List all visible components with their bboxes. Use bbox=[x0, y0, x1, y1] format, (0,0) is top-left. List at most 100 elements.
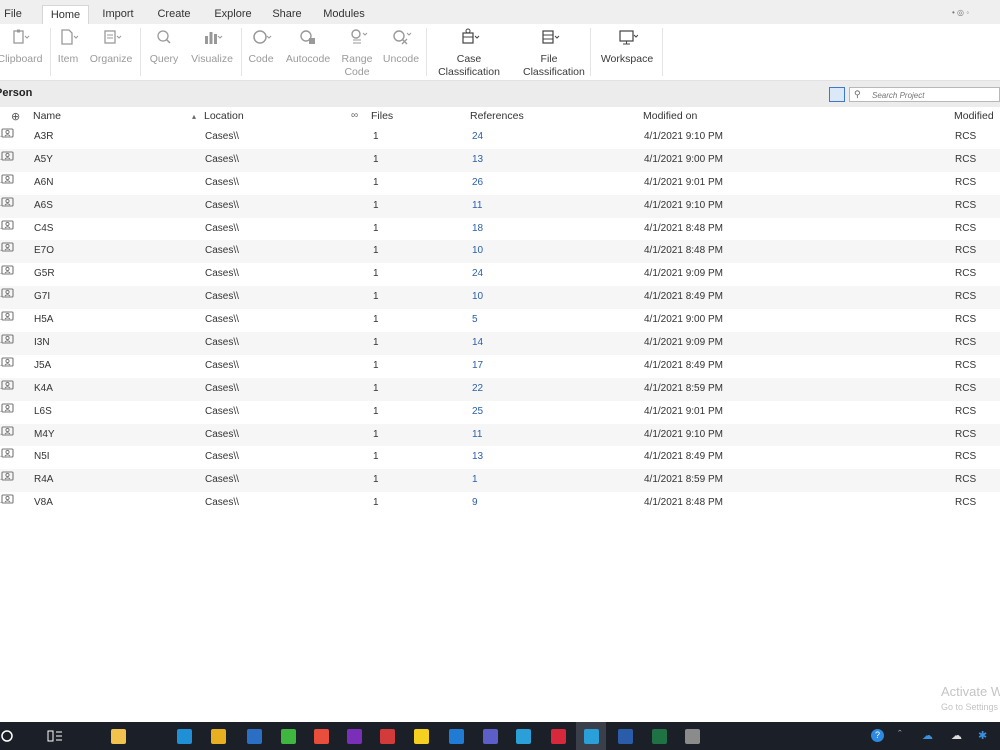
cell-name: I3N bbox=[34, 337, 50, 349]
column-header-files[interactable]: Files bbox=[371, 110, 393, 122]
filter-icon[interactable] bbox=[829, 87, 845, 102]
column-header-modified-on[interactable]: Modified on bbox=[643, 110, 697, 122]
cell-modified-on: 4/1/2021 9:09 PM bbox=[644, 268, 723, 280]
code-button[interactable]: Code bbox=[244, 28, 278, 66]
cell-files: 1 bbox=[373, 131, 379, 142]
cell-name: A3R bbox=[34, 131, 54, 142]
table-row[interactable]: - A6S Cases\\ 1 11 4/1/2021 9:10 PM RCS bbox=[0, 194, 1000, 218]
tab-share[interactable]: Share bbox=[266, 5, 308, 24]
table-row[interactable]: - E7O Cases\\ 1 10 4/1/2021 8:48 PM RCS bbox=[0, 240, 1000, 264]
help-icon[interactable]: ? bbox=[871, 729, 884, 742]
row-connector-icon: - bbox=[0, 131, 3, 141]
file-explorer-icon[interactable] bbox=[103, 722, 133, 750]
autocode-button[interactable]: Autocode bbox=[282, 28, 334, 66]
table-row[interactable]: - R4A Cases\\ 1 1 4/1/2021 8:59 PM RCS bbox=[0, 469, 1000, 493]
file-classification-button[interactable]: File Classification bbox=[514, 28, 585, 78]
search-box[interactable]: ⚲ bbox=[849, 87, 1000, 102]
search-icon: ⚲ bbox=[854, 89, 861, 99]
tab-import[interactable]: Import bbox=[95, 5, 141, 24]
cell-modified-on: 4/1/2021 9:10 PM bbox=[644, 131, 723, 142]
red-app-icon[interactable] bbox=[372, 722, 402, 750]
clipboard-button[interactable]: Clipboard bbox=[0, 28, 48, 66]
bluetooth-icon[interactable]: ✱ bbox=[978, 729, 987, 742]
onenote-icon[interactable] bbox=[339, 722, 369, 750]
cell-name: A6S bbox=[34, 199, 53, 211]
range-code-button[interactable]: Range Code bbox=[337, 28, 377, 78]
nvivo-icon[interactable] bbox=[508, 722, 538, 750]
red-network-icon[interactable] bbox=[543, 722, 573, 750]
row-connector-icon: - bbox=[0, 153, 3, 164]
workspace-button[interactable]: Workspace bbox=[596, 28, 658, 66]
miro-icon[interactable] bbox=[406, 722, 436, 750]
table-row[interactable]: - C4S Cases\\ 1 18 4/1/2021 8:48 PM RCS bbox=[0, 218, 1000, 241]
cell-files: 1 bbox=[373, 153, 379, 165]
tab-file[interactable]: File bbox=[2, 5, 24, 24]
case-classification-button[interactable]: Case Classification bbox=[434, 28, 504, 78]
table-row[interactable]: - A6N Cases\\ 1 26 4/1/2021 9:01 PM RCS bbox=[0, 172, 1000, 195]
menu-bar: File Home Import Create Explore Share Mo… bbox=[0, 0, 1000, 24]
cell-references: 17 bbox=[472, 359, 484, 371]
mail-icon[interactable] bbox=[239, 722, 269, 750]
cell-files: 1 bbox=[373, 382, 379, 394]
table-row[interactable]: - A3R Cases\\ 1 24 4/1/2021 9:10 PM RCS bbox=[0, 126, 1000, 149]
column-header-name[interactable]: Name bbox=[33, 110, 61, 122]
infinity-app-icon[interactable] bbox=[135, 722, 165, 750]
onedrive-icon[interactable]: ☁ bbox=[922, 729, 933, 742]
row-connector-icon: - bbox=[0, 337, 3, 348]
uncode-button[interactable]: Uncode bbox=[380, 28, 422, 66]
search-input[interactable] bbox=[872, 89, 998, 101]
cell-modified-on: 4/1/2021 8:48 PM bbox=[644, 222, 723, 234]
table-row[interactable]: - M4Y Cases\\ 1 11 4/1/2021 9:10 PM RCS bbox=[0, 423, 1000, 447]
trello-icon-glyph bbox=[448, 728, 464, 744]
chevron-up-icon[interactable]: ˆ bbox=[898, 729, 902, 741]
cell-name: A5Y bbox=[34, 153, 53, 165]
table-row[interactable]: - A5Y Cases\\ 1 13 4/1/2021 9:00 PM RCS bbox=[0, 148, 1000, 172]
tab-home[interactable]: Home bbox=[42, 5, 89, 24]
organize-button[interactable]: Organize bbox=[87, 28, 135, 66]
acrobat-icon[interactable] bbox=[306, 722, 336, 750]
edge-icon[interactable] bbox=[169, 722, 199, 750]
column-header-modified-by[interactable]: Modified bbox=[954, 110, 994, 122]
task-view-icon[interactable] bbox=[40, 722, 70, 750]
paint-icon[interactable] bbox=[677, 722, 707, 750]
cloud-icon[interactable]: ☁ bbox=[951, 729, 962, 742]
cell-modified-by: RCS bbox=[955, 176, 977, 188]
table-row[interactable]: - H5A Cases\\ 1 5 4/1/2021 9:00 PM RCS bbox=[0, 309, 1000, 332]
window-controls-icon[interactable]: • ◎ ◦ bbox=[952, 8, 969, 17]
table-row[interactable]: - G5R Cases\\ 1 24 4/1/2021 9:09 PM RCS bbox=[0, 263, 1000, 286]
table-row[interactable]: - G7I Cases\\ 1 10 4/1/2021 8:49 PM RCS bbox=[0, 286, 1000, 310]
nvivo-icon-glyph bbox=[515, 728, 531, 744]
query-button[interactable]: Query bbox=[145, 28, 183, 66]
row-connector-icon: - bbox=[0, 405, 3, 416]
search-circle-icon[interactable] bbox=[0, 722, 22, 750]
column-header-location[interactable]: Location bbox=[204, 110, 244, 122]
word-icon[interactable] bbox=[610, 722, 640, 750]
table-row[interactable]: - K4A Cases\\ 1 22 4/1/2021 8:59 PM RCS bbox=[0, 377, 1000, 401]
cell-modified-on: 4/1/2021 9:10 PM bbox=[644, 199, 723, 211]
teams-icon[interactable] bbox=[475, 722, 505, 750]
table-row[interactable]: - N5I Cases\\ 1 13 4/1/2021 8:49 PM RCS bbox=[0, 446, 1000, 469]
cell-location: Cases\\ bbox=[205, 153, 239, 165]
row-connector-icon: - bbox=[0, 359, 3, 370]
table-row[interactable]: - J5A Cases\\ 1 17 4/1/2021 8:49 PM RCS bbox=[0, 355, 1000, 378]
tab-create[interactable]: Create bbox=[149, 5, 199, 24]
cell-references: 24 bbox=[472, 268, 484, 280]
excel-icon[interactable] bbox=[644, 722, 674, 750]
cell-modified-by: RCS bbox=[955, 222, 977, 234]
chrome-icon-glyph bbox=[210, 728, 226, 744]
add-column-icon[interactable]: ⊕ bbox=[11, 110, 20, 123]
tab-explore[interactable]: Explore bbox=[208, 5, 258, 24]
tab-modules[interactable]: Modules bbox=[316, 5, 372, 24]
table-row[interactable]: - L6S Cases\\ 1 25 4/1/2021 9:01 PM RCS bbox=[0, 401, 1000, 424]
chrome-icon[interactable] bbox=[203, 722, 233, 750]
link-icon: ∞ bbox=[351, 110, 359, 121]
visualize-button[interactable]: Visualize bbox=[187, 28, 237, 66]
table-row[interactable]: - I3N Cases\\ 1 14 4/1/2021 9:09 PM RCS bbox=[0, 332, 1000, 355]
trello-icon[interactable] bbox=[441, 722, 471, 750]
column-header-references[interactable]: References bbox=[470, 110, 524, 122]
table-row[interactable]: - V8A Cases\\ 1 9 4/1/2021 8:48 PM RCS bbox=[0, 492, 1000, 515]
blue-network-icon[interactable] bbox=[576, 722, 606, 750]
camtasia-icon[interactable] bbox=[273, 722, 303, 750]
item-button[interactable]: Item bbox=[52, 28, 84, 66]
row-connector-icon: - bbox=[0, 428, 3, 439]
